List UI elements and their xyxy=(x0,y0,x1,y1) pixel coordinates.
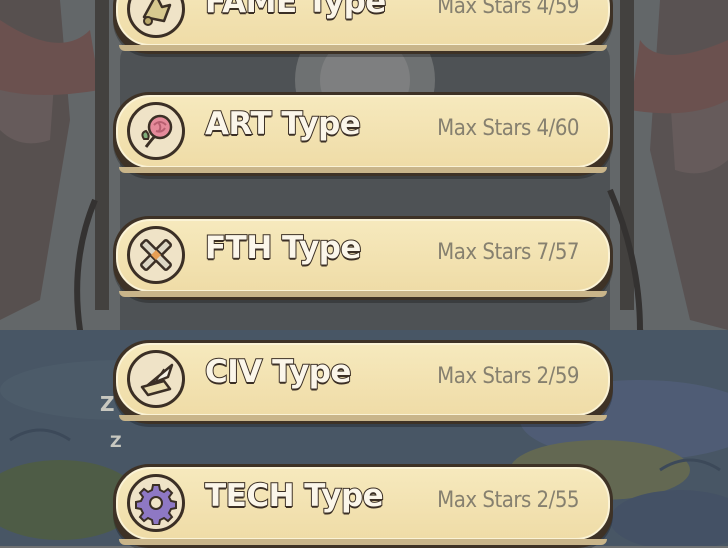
category-label: CIV Type xyxy=(204,353,352,391)
category-label: FAME Type xyxy=(204,0,387,21)
category-label: FTH Type xyxy=(204,229,362,267)
category-card-fth[interactable]: FTH Type Max Stars 7/57 xyxy=(113,216,613,300)
max-stars-text: Max Stars 4/60 xyxy=(437,116,579,141)
cross-icon xyxy=(127,226,185,284)
category-label: ART Type xyxy=(204,105,362,143)
category-card-civ[interactable]: CIV Type Max Stars 2/59 xyxy=(113,340,613,424)
gear-icon xyxy=(127,474,185,532)
scroll-quill-icon xyxy=(127,350,185,408)
rose-icon xyxy=(127,102,185,160)
category-label: TECH Type xyxy=(204,477,385,515)
max-stars-text: Max Stars 4/59 xyxy=(437,0,579,19)
category-card-art[interactable]: ART Type Max Stars 4/60 xyxy=(113,92,613,176)
category-card-tech[interactable]: TECH Type Max Stars 2/55 xyxy=(113,464,613,548)
max-stars-text: Max Stars 2/55 xyxy=(437,488,579,513)
max-stars-text: Max Stars 2/59 xyxy=(437,364,579,389)
max-stars-text: Max Stars 7/57 xyxy=(437,240,579,265)
category-card-fame[interactable]: FAME Type Max Stars 4/59 xyxy=(113,0,613,54)
